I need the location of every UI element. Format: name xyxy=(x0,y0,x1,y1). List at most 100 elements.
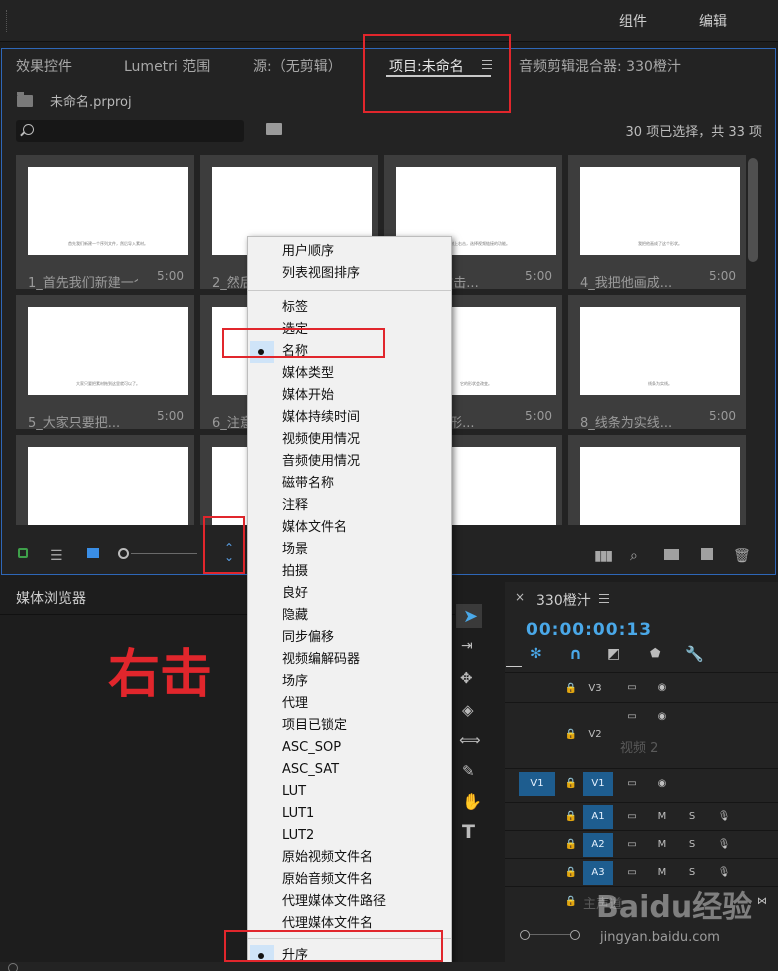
eye-icon[interactable]: ◉ xyxy=(650,676,674,700)
find-bin-icon[interactable] xyxy=(266,123,282,135)
sync-lock-icon[interactable]: ▭ xyxy=(620,833,644,857)
menu-item[interactable]: 良好 xyxy=(282,586,308,602)
solo-button[interactable]: S xyxy=(680,805,704,829)
ripple-edit-tool-icon[interactable]: ✥ xyxy=(460,669,473,687)
clip-card[interactable] xyxy=(568,435,746,525)
mute-button[interactable]: M xyxy=(650,833,674,857)
zoom-slider-handle[interactable] xyxy=(118,548,129,559)
menu-item[interactable]: 用户顺序 xyxy=(282,244,334,260)
clip-card[interactable]: 线条为实线。 8_线条为实线... 5:00 xyxy=(568,295,746,431)
menu-item[interactable]: 原始音频文件名 xyxy=(282,872,373,888)
menu-item[interactable]: 隐藏 xyxy=(282,608,308,624)
search-input[interactable] xyxy=(16,120,244,142)
lock-icon[interactable]: 🔒 xyxy=(559,772,583,796)
tab-effect-controls[interactable]: 效果控件 xyxy=(16,56,72,76)
source-patch-v1[interactable]: V1 xyxy=(519,772,555,796)
add-marker-icon[interactable]: ⬟ xyxy=(650,646,660,660)
menu-item[interactable]: 注释 xyxy=(282,498,308,514)
sync-lock-icon[interactable]: ▭ xyxy=(620,805,644,829)
sequence-menu-icon[interactable] xyxy=(599,594,609,606)
menu-item[interactable]: 媒体持续时间 xyxy=(282,410,360,426)
pen-tool-icon[interactable]: ✎ xyxy=(462,762,475,780)
zoom-slider-track[interactable] xyxy=(131,553,197,554)
menu-item[interactable]: 拍摄 xyxy=(282,564,308,580)
lock-icon[interactable]: 🔒 xyxy=(559,805,583,829)
find-icon[interactable]: ⌕ xyxy=(630,548,638,564)
eye-icon[interactable]: ◉ xyxy=(650,705,674,729)
type-tool-icon[interactable]: T xyxy=(462,821,475,843)
razor-tool-icon[interactable]: ◈ xyxy=(462,701,474,719)
lock-icon[interactable]: 🔒 xyxy=(559,890,583,914)
menu-item[interactable]: 原始视频文件名 xyxy=(282,850,373,866)
list-view-icon[interactable]: ☰ xyxy=(50,548,63,564)
track-select-tool-icon[interactable]: ⇥ xyxy=(461,638,473,654)
clip-card[interactable]: 大家只要把素材拖到这里就可以了。 5_大家只要把... 5:00 xyxy=(16,295,194,431)
new-item-icon[interactable] xyxy=(701,548,713,560)
track-label-a1[interactable]: A1 xyxy=(583,805,613,829)
linked-selection-icon[interactable]: ◩ xyxy=(607,646,620,662)
media-browser-title[interactable]: 媒体浏览器 xyxy=(16,588,86,608)
menu-item[interactable]: 代理 xyxy=(282,696,308,712)
mute-button[interactable]: M xyxy=(650,805,674,829)
lock-icon[interactable] xyxy=(18,548,28,558)
menu-item[interactable]: 标签 xyxy=(282,300,308,316)
menu-item[interactable]: 列表视图排序 xyxy=(282,266,360,282)
track-label-v1[interactable]: V1 xyxy=(583,772,613,796)
workspace-edit[interactable]: 编辑 xyxy=(699,11,727,31)
menu-item[interactable]: 视频使用情况 xyxy=(282,432,360,448)
menu-item[interactable]: 项目已锁定 xyxy=(282,718,347,734)
go-to-end-icon[interactable]: ⋈ xyxy=(750,890,774,914)
tab-lumetri-scopes[interactable]: Lumetri 范围 xyxy=(124,56,210,76)
tab-source[interactable]: 源:（无剪辑） xyxy=(253,56,342,76)
menu-item[interactable]: 代理媒体文件路径 xyxy=(282,894,386,910)
menu-item[interactable]: LUT xyxy=(282,784,306,800)
menu-item[interactable]: 媒体开始 xyxy=(282,388,334,404)
clear-trash-icon[interactable]: 🗑 xyxy=(733,548,751,564)
freeform-view-icon[interactable]: ▮▮▮ xyxy=(594,548,613,564)
menu-item[interactable]: ASC_SAT xyxy=(282,762,339,778)
menu-item[interactable]: 场序 xyxy=(282,674,308,690)
selection-tool-icon[interactable]: ➤ xyxy=(463,606,478,627)
bar-grip[interactable] xyxy=(6,10,8,32)
clip-video-2[interactable]: 视频 2 xyxy=(620,737,658,756)
sync-lock-icon[interactable]: ▭ xyxy=(620,705,644,729)
nest-toggle-icon[interactable]: ✻ xyxy=(530,646,542,662)
mic-icon[interactable]: 🎙 xyxy=(712,833,736,857)
lock-icon[interactable]: 🔒 xyxy=(559,723,583,747)
timeline-zoom-scrollbar[interactable] xyxy=(520,930,580,940)
sequence-tab[interactable]: 330橙汁 xyxy=(536,590,591,610)
timeline-settings-icon[interactable]: 🔧 xyxy=(685,645,704,663)
menu-item[interactable]: 音频使用情况 xyxy=(282,454,360,470)
tab-audio-clip-mixer[interactable]: 音频剪辑混合器: 330橙汁 xyxy=(519,56,681,76)
track-label-a2[interactable]: A2 xyxy=(583,833,613,857)
sync-lock-icon[interactable]: ▭ xyxy=(620,676,644,700)
new-bin-icon[interactable] xyxy=(664,549,679,560)
menu-item[interactable]: ASC_SOP xyxy=(282,740,341,756)
clip-card[interactable] xyxy=(16,435,194,525)
mic-icon[interactable]: 🎙 xyxy=(712,805,736,829)
lock-icon[interactable]: 🔒 xyxy=(559,861,583,885)
menu-item[interactable]: 视频编解码器 xyxy=(282,652,360,668)
menu-item[interactable]: 磁带名称 xyxy=(282,476,334,492)
workspace-components[interactable]: 组件 xyxy=(619,11,647,31)
menu-item[interactable]: LUT1 xyxy=(282,806,314,822)
menu-item[interactable]: 媒体文件名 xyxy=(282,520,347,536)
clip-card[interactable]: 我把他画成了这个形状。 4_我把他画成... 5:00 xyxy=(568,155,746,291)
close-sequence-icon[interactable]: × xyxy=(515,590,525,604)
eye-icon[interactable]: ◉ xyxy=(650,772,674,796)
menu-item[interactable]: 同步偏移 xyxy=(282,630,334,646)
menu-item[interactable]: LUT2 xyxy=(282,828,314,844)
menu-item[interactable]: 场景 xyxy=(282,542,308,558)
snap-icon[interactable]: ∩ xyxy=(569,644,582,663)
hand-tool-icon[interactable]: ✋ xyxy=(462,792,482,811)
grid-scrollbar[interactable] xyxy=(748,158,758,262)
menu-item[interactable]: 媒体类型 xyxy=(282,366,334,382)
clip-card[interactable]: 首先我们新建一个序列文件，然后导入素材。 1_首先我们新建一个... 5:00 xyxy=(16,155,194,291)
lock-icon[interactable]: 🔒 xyxy=(559,677,583,701)
lock-icon[interactable]: 🔒 xyxy=(559,833,583,857)
solo-button[interactable]: S xyxy=(680,833,704,857)
playhead-timecode[interactable]: 00:00:00:13 xyxy=(526,620,652,640)
sync-lock-icon[interactable]: ▭ xyxy=(620,772,644,796)
slip-tool-icon[interactable]: ⟺ xyxy=(459,731,481,749)
icon-view-icon[interactable] xyxy=(87,548,99,558)
